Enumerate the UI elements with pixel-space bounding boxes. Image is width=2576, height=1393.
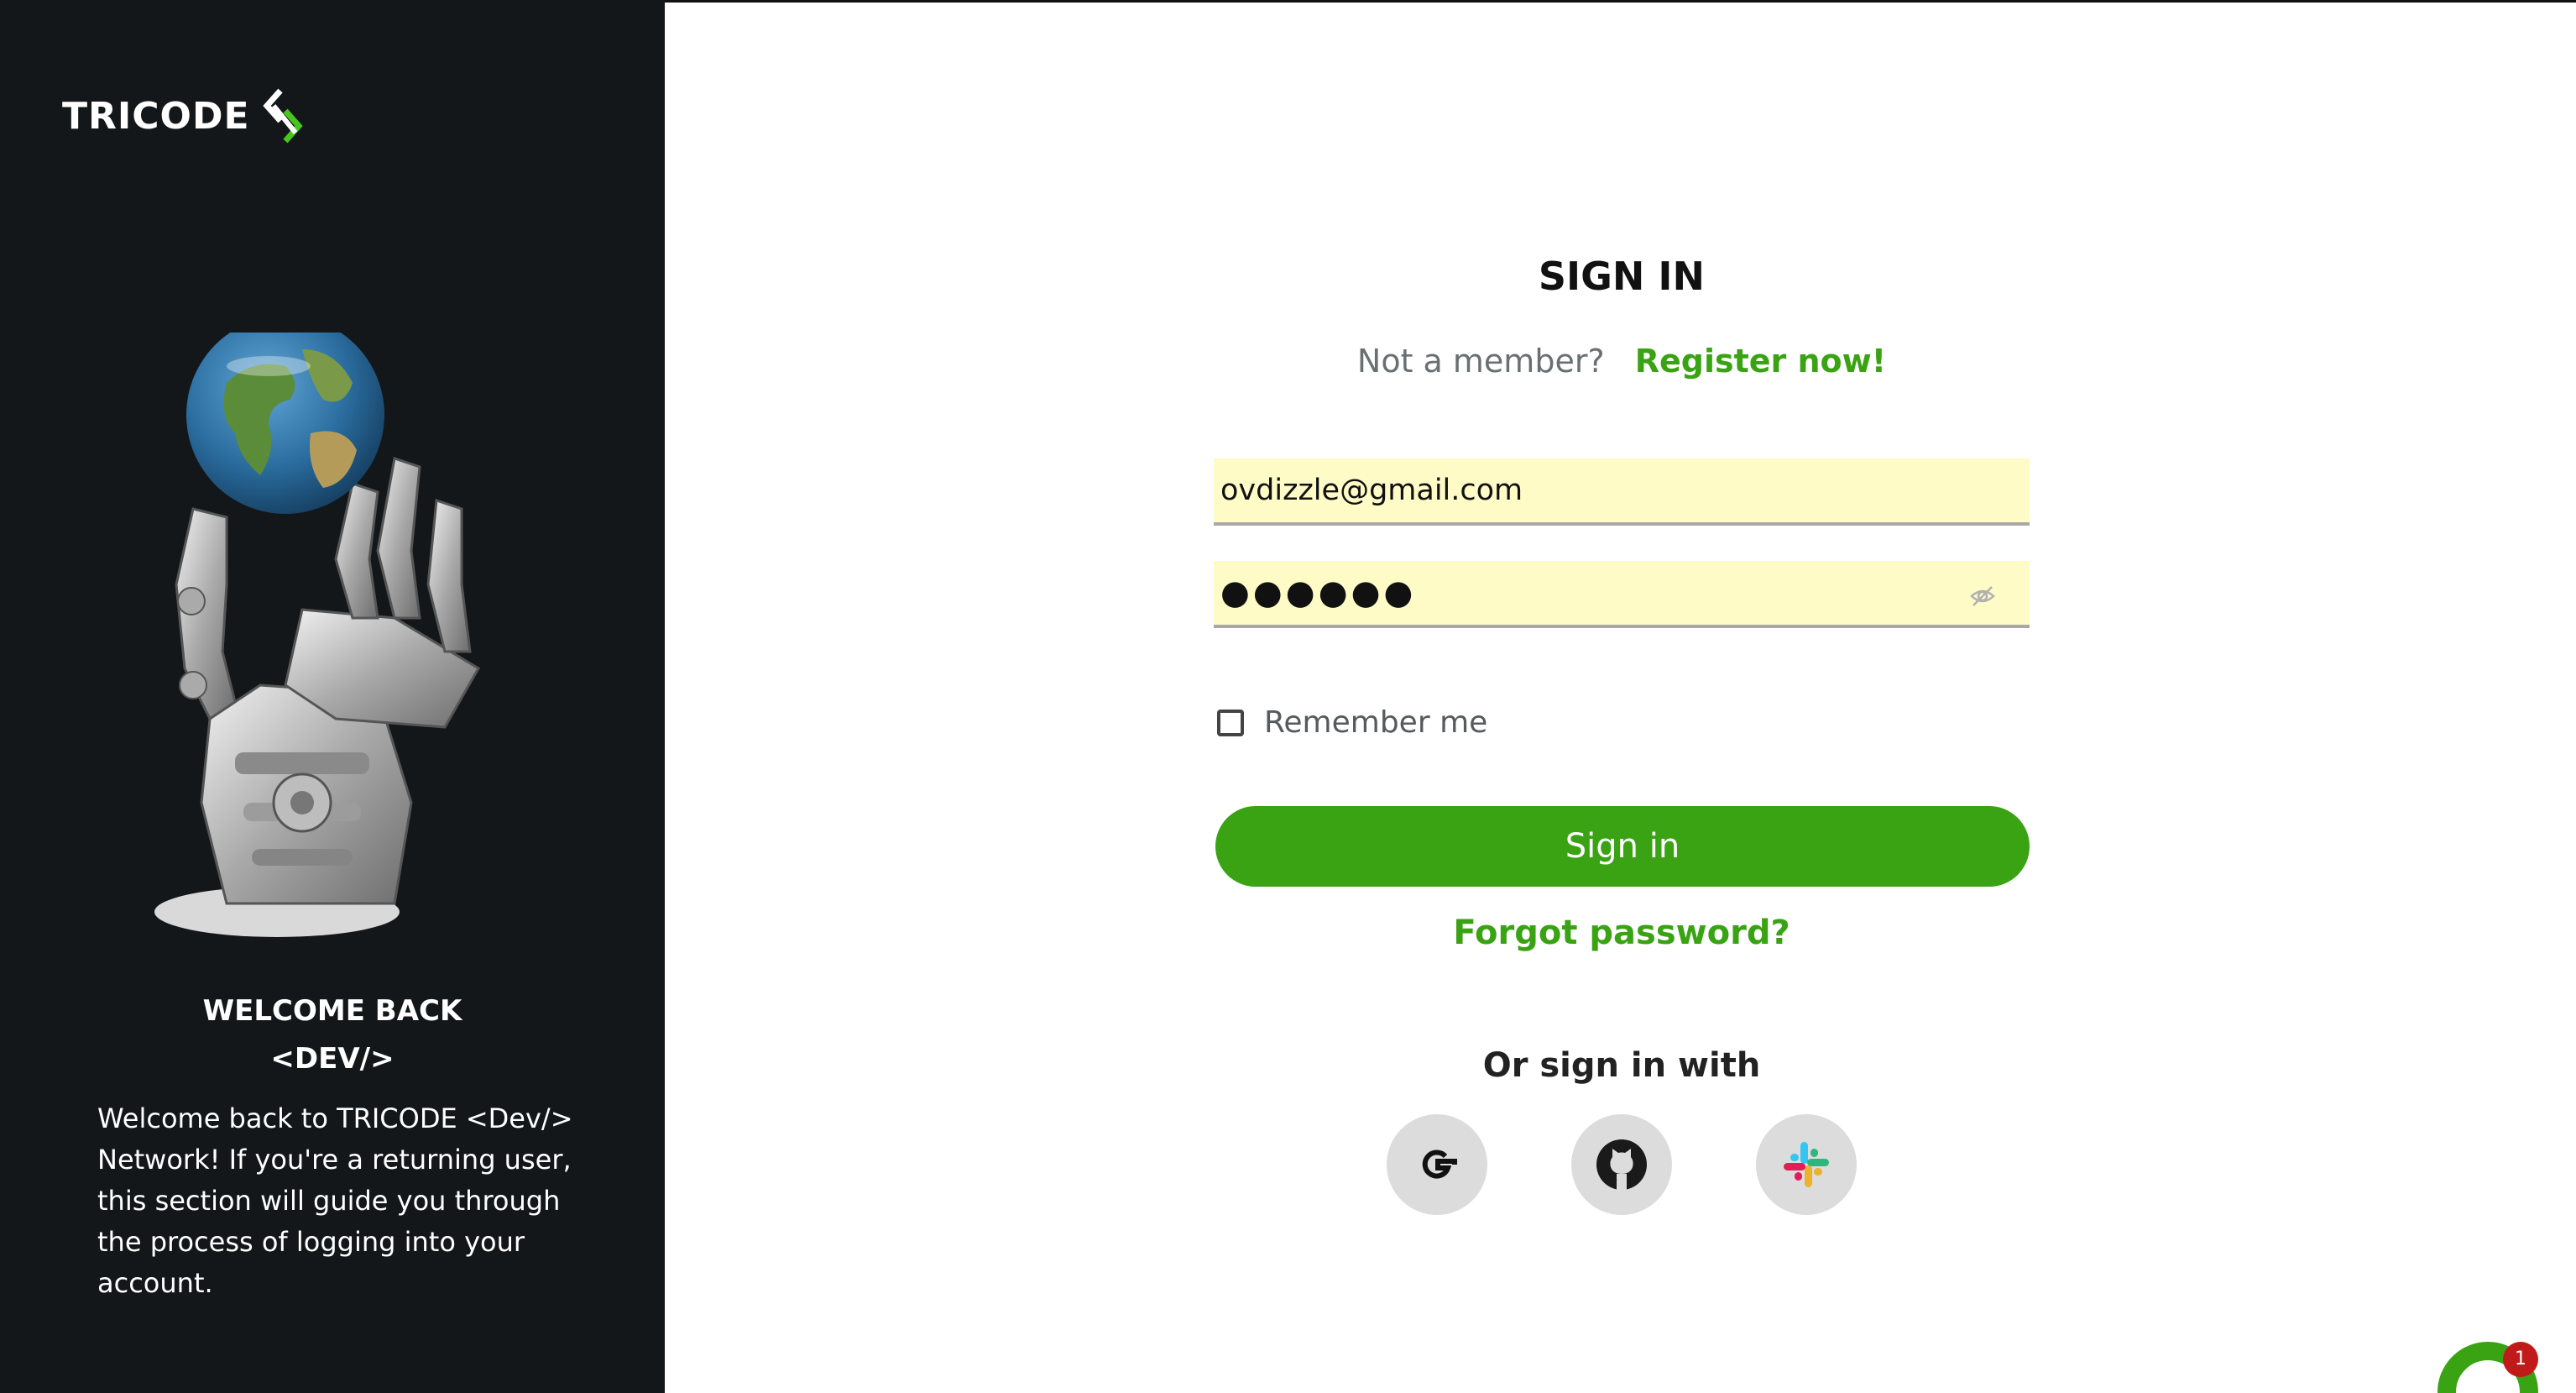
remember-me-checkbox[interactable] [1217,709,1244,736]
hide-password-eye-icon[interactable] [1969,583,1996,610]
chat-notification-badge: 1 [2503,1342,2538,1377]
brand-name: TRICODE [62,94,250,138]
remember-me-label[interactable]: Remember me [1264,705,1487,740]
robot-hand-globe-illustration [154,333,481,937]
github-icon [1596,1139,1647,1190]
email-field-container [1214,458,2030,526]
forgot-password-link[interactable]: Forgot password? [1214,914,2030,952]
register-prompt: Not a member? Register now! [1214,343,2030,380]
google-icon [1422,1149,1457,1179]
welcome-description: Welcome back to TRICODE <Dev/> Network! … [97,1102,573,1299]
welcome-heading-line2: <DEV/> [270,1042,394,1076]
member-prompt-text: Not a member? [1356,343,1605,380]
remember-me-row: Remember me [1217,705,1487,740]
left-welcome-panel: TRICODE WELCOME BACK <DEV/> Welcome back… [0,0,665,1393]
slack-icon [1784,1142,1829,1187]
or-sign-in-with-label: Or sign in with [1482,1046,1761,1085]
password-field-container [1214,561,2030,628]
github-sign-in-button[interactable] [1571,1114,1672,1215]
welcome-heading: WELCOME BACK <DEV/> [0,987,665,1083]
sign-in-form: SIGN IN Not a member? Register now! Reme… [1214,0,2030,1393]
welcome-heading-line1: WELCOME BACK [202,994,462,1028]
page-title: SIGN IN [1538,254,1706,299]
slack-sign-in-button[interactable] [1756,1114,1857,1215]
brand-logo[interactable]: TRICODE [62,84,314,148]
email-field[interactable] [1220,458,1976,522]
google-sign-in-button[interactable] [1387,1114,1487,1215]
register-link[interactable]: Register now! [1635,343,1886,380]
password-field[interactable] [1220,561,1976,625]
sign-in-button[interactable]: Sign in [1215,806,2030,887]
sign-in-page: TRICODE WELCOME BACK <DEV/> Welcome back… [0,0,2576,1393]
brand-mark-icon [262,88,303,144]
